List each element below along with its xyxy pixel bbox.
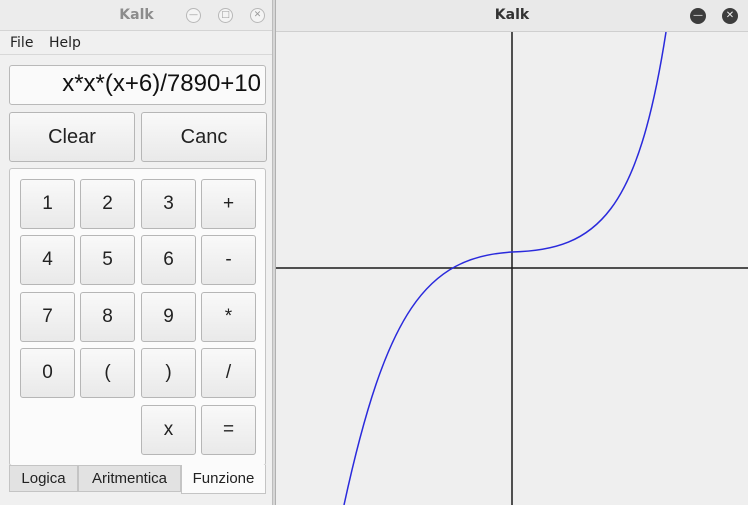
key-multiply[interactable]: * [201,292,256,342]
plot-window: Kalk — ✕ [275,0,748,505]
key-5[interactable]: 5 [80,235,135,285]
expression-text: x*x*(x+6)/7890+10 [62,70,261,97]
key-9[interactable]: 9 [141,292,196,342]
key-plus[interactable]: + [201,179,256,229]
canc-button[interactable]: Canc [141,112,267,162]
close-icon[interactable]: ✕ [250,8,265,23]
key-open-paren[interactable]: ( [80,348,135,398]
menu-bar: File Help [0,33,272,55]
key-4[interactable]: 4 [20,235,75,285]
key-3[interactable]: 3 [141,179,196,229]
minimize-icon[interactable]: — [690,8,706,24]
key-equals[interactable]: = [201,405,256,455]
key-1[interactable]: 1 [20,179,75,229]
calculator-window: Kalk — □ ✕ File Help x*x*(x+6)/7890+10 C… [0,0,273,505]
close-icon[interactable]: ✕ [722,8,738,24]
tab-logica[interactable]: Logica [9,465,78,492]
keypad: 1 2 3 + 4 5 6 - 7 8 9 * 0 ( ) / x = [9,168,266,466]
mode-tabs: Logica Aritmentica Funzione [9,465,266,494]
clear-button[interactable]: Clear [9,112,135,162]
tab-funzione[interactable]: Funzione [181,465,266,494]
key-x[interactable]: x [141,405,196,455]
menu-help[interactable]: Help [49,35,81,51]
key-8[interactable]: 8 [80,292,135,342]
key-7[interactable]: 7 [20,292,75,342]
tab-aritmentica[interactable]: Aritmentica [78,465,181,492]
plot-window-title: Kalk [494,7,530,23]
key-minus[interactable]: - [201,235,256,285]
expression-display[interactable]: x*x*(x+6)/7890+10 [9,65,266,105]
function-plot[interactable] [276,32,748,505]
key-2[interactable]: 2 [80,179,135,229]
key-divide[interactable]: / [201,348,256,398]
key-6[interactable]: 6 [141,235,196,285]
calculator-titlebar[interactable]: Kalk — □ ✕ [0,0,272,31]
key-0[interactable]: 0 [20,348,75,398]
menu-file[interactable]: File [10,35,33,51]
key-close-paren[interactable]: ) [141,348,196,398]
plot-titlebar[interactable]: Kalk — ✕ [276,0,748,32]
minimize-icon[interactable]: — [186,8,201,23]
maximize-icon[interactable]: □ [218,8,233,23]
